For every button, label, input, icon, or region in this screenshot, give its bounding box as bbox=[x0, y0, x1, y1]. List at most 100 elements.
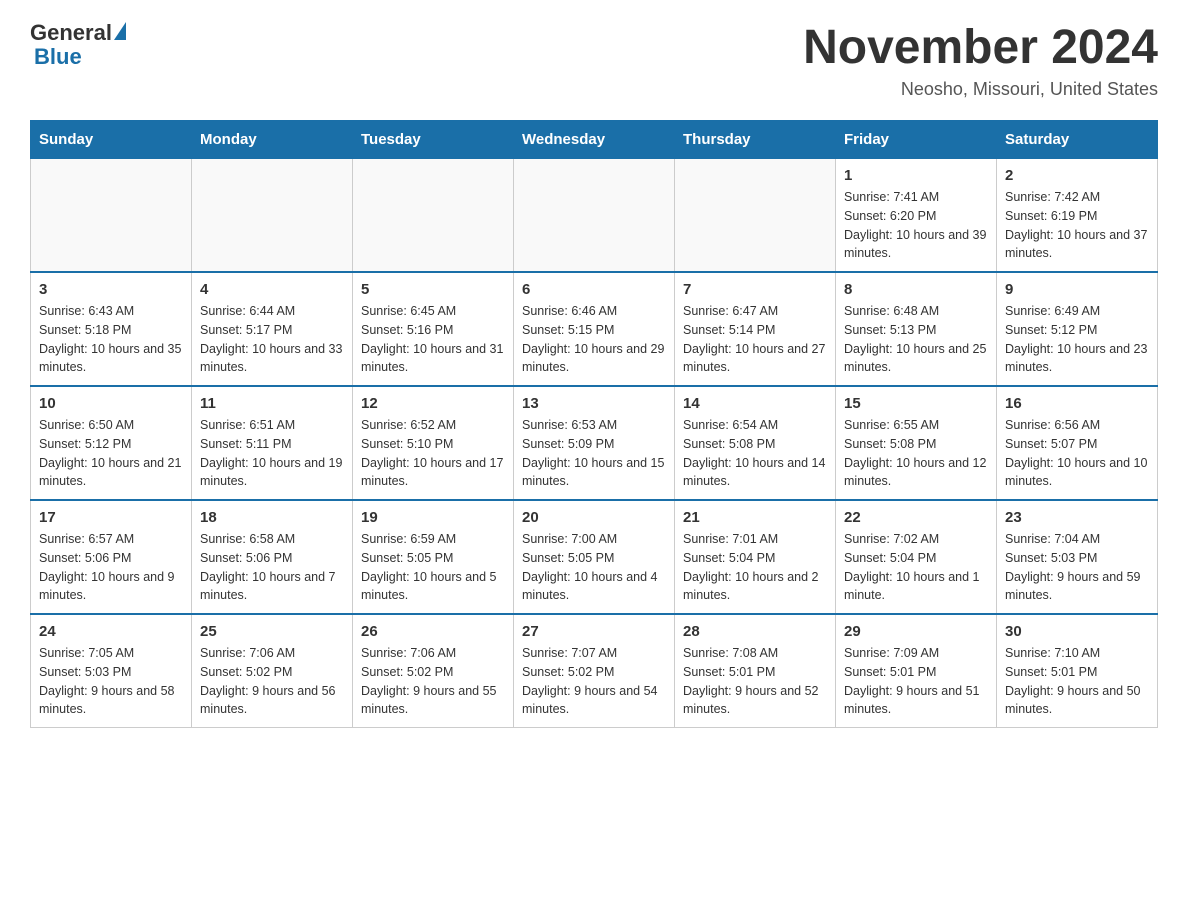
day-info: Sunrise: 7:10 AMSunset: 5:01 PMDaylight:… bbox=[1005, 644, 1149, 719]
calendar-week-row: 10 Sunrise: 6:50 AMSunset: 5:12 PMDayligh… bbox=[31, 386, 1158, 500]
day-info: Sunrise: 6:59 AMSunset: 5:05 PMDaylight:… bbox=[361, 530, 505, 605]
calendar-day-cell: 17 Sunrise: 6:57 AMSunset: 5:06 PMDayligh… bbox=[31, 500, 192, 614]
day-number: 20 bbox=[522, 509, 666, 526]
day-info: Sunrise: 7:42 AMSunset: 6:19 PMDaylight:… bbox=[1005, 188, 1149, 263]
day-number: 23 bbox=[1005, 509, 1149, 526]
logo: General Blue bbox=[30, 20, 126, 70]
day-number: 10 bbox=[39, 395, 183, 412]
day-info: Sunrise: 6:57 AMSunset: 5:06 PMDaylight:… bbox=[39, 530, 183, 605]
logo-general: General bbox=[30, 20, 112, 46]
day-number: 16 bbox=[1005, 395, 1149, 412]
day-number: 25 bbox=[200, 623, 344, 640]
day-number: 30 bbox=[1005, 623, 1149, 640]
day-number: 3 bbox=[39, 281, 183, 298]
day-number: 19 bbox=[361, 509, 505, 526]
calendar-day-cell: 9 Sunrise: 6:49 AMSunset: 5:12 PMDaylight… bbox=[997, 272, 1158, 386]
day-number: 17 bbox=[39, 509, 183, 526]
day-number: 1 bbox=[844, 167, 988, 184]
day-number: 13 bbox=[522, 395, 666, 412]
day-info: Sunrise: 7:06 AMSunset: 5:02 PMDaylight:… bbox=[200, 644, 344, 719]
calendar-day-cell: 16Sunrise: 6:56 AMSunset: 5:07 PMDayligh… bbox=[997, 386, 1158, 500]
day-number: 6 bbox=[522, 281, 666, 298]
day-info: Sunrise: 6:51 AMSunset: 5:11 PMDaylight:… bbox=[200, 416, 344, 491]
calendar-day-cell: 19 Sunrise: 6:59 AMSunset: 5:05 PMDayligh… bbox=[353, 500, 514, 614]
day-number: 24 bbox=[39, 623, 183, 640]
day-info: Sunrise: 6:46 AMSunset: 5:15 PMDaylight:… bbox=[522, 302, 666, 377]
calendar-day-cell: 28 Sunrise: 7:08 AMSunset: 5:01 PMDayligh… bbox=[675, 614, 836, 728]
day-number: 21 bbox=[683, 509, 827, 526]
day-info: Sunrise: 6:50 AMSunset: 5:12 PMDaylight:… bbox=[39, 416, 183, 491]
day-number: 4 bbox=[200, 281, 344, 298]
day-info: Sunrise: 6:58 AMSunset: 5:06 PMDaylight:… bbox=[200, 530, 344, 605]
day-info: Sunrise: 7:06 AMSunset: 5:02 PMDaylight:… bbox=[361, 644, 505, 719]
calendar-day-cell bbox=[31, 159, 192, 273]
calendar-day-cell: 30 Sunrise: 7:10 AMSunset: 5:01 PMDayligh… bbox=[997, 614, 1158, 728]
day-number: 9 bbox=[1005, 281, 1149, 298]
page-header: General Blue November 2024 Neosho, Misso… bbox=[30, 20, 1158, 100]
day-number: 28 bbox=[683, 623, 827, 640]
day-info: Sunrise: 6:47 AMSunset: 5:14 PMDaylight:… bbox=[683, 302, 827, 377]
calendar-day-cell: 3 Sunrise: 6:43 AMSunset: 5:18 PMDaylight… bbox=[31, 272, 192, 386]
day-info: Sunrise: 6:55 AMSunset: 5:08 PMDaylight:… bbox=[844, 416, 988, 491]
calendar-day-cell: 2Sunrise: 7:42 AMSunset: 6:19 PMDaylight… bbox=[997, 159, 1158, 273]
day-number: 14 bbox=[683, 395, 827, 412]
logo-triangle-icon bbox=[114, 22, 126, 40]
day-info: Sunrise: 7:08 AMSunset: 5:01 PMDaylight:… bbox=[683, 644, 827, 719]
day-info: Sunrise: 6:54 AMSunset: 5:08 PMDaylight:… bbox=[683, 416, 827, 491]
calendar-week-row: 24Sunrise: 7:05 AMSunset: 5:03 PMDayligh… bbox=[31, 614, 1158, 728]
calendar-day-cell: 1 Sunrise: 7:41 AMSunset: 6:20 PMDaylight… bbox=[836, 159, 997, 273]
day-info: Sunrise: 7:09 AMSunset: 5:01 PMDaylight:… bbox=[844, 644, 988, 719]
calendar-day-cell: 14 Sunrise: 6:54 AMSunset: 5:08 PMDayligh… bbox=[675, 386, 836, 500]
calendar-day-cell: 12 Sunrise: 6:52 AMSunset: 5:10 PMDayligh… bbox=[353, 386, 514, 500]
calendar-day-cell: 21 Sunrise: 7:01 AMSunset: 5:04 PMDayligh… bbox=[675, 500, 836, 614]
calendar-day-cell: 7Sunrise: 6:47 AMSunset: 5:14 PMDaylight… bbox=[675, 272, 836, 386]
calendar-week-row: 3 Sunrise: 6:43 AMSunset: 5:18 PMDaylight… bbox=[31, 272, 1158, 386]
day-info: Sunrise: 6:43 AMSunset: 5:18 PMDaylight:… bbox=[39, 302, 183, 377]
calendar-day-cell: 6 Sunrise: 6:46 AMSunset: 5:15 PMDaylight… bbox=[514, 272, 675, 386]
day-info: Sunrise: 7:41 AMSunset: 6:20 PMDaylight:… bbox=[844, 188, 988, 263]
calendar-week-row: 1 Sunrise: 7:41 AMSunset: 6:20 PMDaylight… bbox=[31, 159, 1158, 273]
day-info: Sunrise: 6:52 AMSunset: 5:10 PMDaylight:… bbox=[361, 416, 505, 491]
calendar-header-wednesday: Wednesday bbox=[514, 121, 675, 159]
calendar-day-cell bbox=[192, 159, 353, 273]
calendar-header-sunday: Sunday bbox=[31, 121, 192, 159]
calendar-day-cell: 18 Sunrise: 6:58 AMSunset: 5:06 PMDayligh… bbox=[192, 500, 353, 614]
calendar-day-cell: 10 Sunrise: 6:50 AMSunset: 5:12 PMDayligh… bbox=[31, 386, 192, 500]
day-number: 18 bbox=[200, 509, 344, 526]
calendar-day-cell: 15 Sunrise: 6:55 AMSunset: 5:08 PMDayligh… bbox=[836, 386, 997, 500]
day-info: Sunrise: 7:01 AMSunset: 5:04 PMDaylight:… bbox=[683, 530, 827, 605]
calendar-header-saturday: Saturday bbox=[997, 121, 1158, 159]
calendar-day-cell bbox=[675, 159, 836, 273]
calendar-day-cell: 25 Sunrise: 7:06 AMSunset: 5:02 PMDayligh… bbox=[192, 614, 353, 728]
day-info: Sunrise: 6:49 AMSunset: 5:12 PMDaylight:… bbox=[1005, 302, 1149, 377]
day-info: Sunrise: 6:48 AMSunset: 5:13 PMDaylight:… bbox=[844, 302, 988, 377]
calendar-header-monday: Monday bbox=[192, 121, 353, 159]
calendar-header-row: SundayMondayTuesdayWednesdayThursdayFrid… bbox=[31, 121, 1158, 159]
day-number: 12 bbox=[361, 395, 505, 412]
day-number: 29 bbox=[844, 623, 988, 640]
day-info: Sunrise: 7:00 AMSunset: 5:05 PMDaylight:… bbox=[522, 530, 666, 605]
calendar-day-cell: 11Sunrise: 6:51 AMSunset: 5:11 PMDayligh… bbox=[192, 386, 353, 500]
calendar-week-row: 17 Sunrise: 6:57 AMSunset: 5:06 PMDayligh… bbox=[31, 500, 1158, 614]
calendar-header-thursday: Thursday bbox=[675, 121, 836, 159]
day-number: 8 bbox=[844, 281, 988, 298]
day-info: Sunrise: 6:45 AMSunset: 5:16 PMDaylight:… bbox=[361, 302, 505, 377]
day-info: Sunrise: 6:44 AMSunset: 5:17 PMDaylight:… bbox=[200, 302, 344, 377]
day-info: Sunrise: 7:07 AMSunset: 5:02 PMDaylight:… bbox=[522, 644, 666, 719]
day-number: 15 bbox=[844, 395, 988, 412]
calendar-day-cell: 29 Sunrise: 7:09 AMSunset: 5:01 PMDayligh… bbox=[836, 614, 997, 728]
title-section: November 2024 Neosho, Missouri, United S… bbox=[803, 20, 1158, 100]
calendar-day-cell: 26 Sunrise: 7:06 AMSunset: 5:02 PMDayligh… bbox=[353, 614, 514, 728]
month-title: November 2024 bbox=[803, 20, 1158, 75]
calendar-table: SundayMondayTuesdayWednesdayThursdayFrid… bbox=[30, 120, 1158, 728]
day-number: 26 bbox=[361, 623, 505, 640]
logo-blue: Blue bbox=[34, 44, 82, 70]
day-info: Sunrise: 7:04 AMSunset: 5:03 PMDaylight:… bbox=[1005, 530, 1149, 605]
location-subtitle: Neosho, Missouri, United States bbox=[803, 79, 1158, 100]
day-number: 22 bbox=[844, 509, 988, 526]
calendar-day-cell: 27Sunrise: 7:07 AMSunset: 5:02 PMDayligh… bbox=[514, 614, 675, 728]
calendar-day-cell bbox=[514, 159, 675, 273]
calendar-day-cell: 13Sunrise: 6:53 AMSunset: 5:09 PMDayligh… bbox=[514, 386, 675, 500]
calendar-day-cell: 20 Sunrise: 7:00 AMSunset: 5:05 PMDayligh… bbox=[514, 500, 675, 614]
calendar-day-cell: 22Sunrise: 7:02 AMSunset: 5:04 PMDayligh… bbox=[836, 500, 997, 614]
